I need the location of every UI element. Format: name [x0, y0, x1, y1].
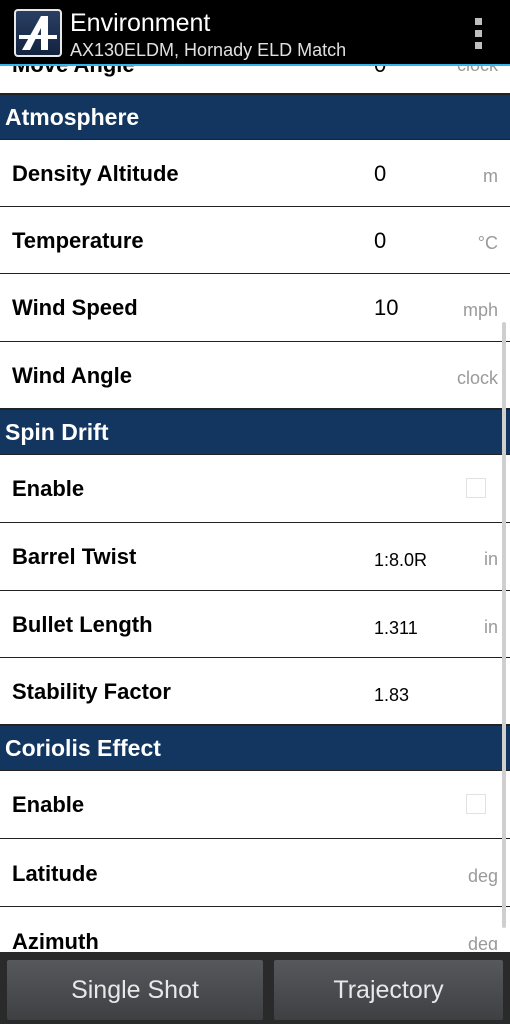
settings-list[interactable]: Move Angle 0 clock Atmosphere Density Al… — [0, 0, 510, 950]
list-row-bullet-length[interactable]: Bullet Length 1.311 in — [0, 591, 510, 658]
list-row-stability-factor[interactable]: Stability Factor 1.83 — [0, 658, 510, 725]
single-shot-button[interactable]: Single Shot — [7, 960, 263, 1020]
row-unit: mph — [462, 300, 498, 320]
section-title: Coriolis Effect — [5, 735, 161, 761]
row-label: Latitude — [12, 861, 98, 886]
row-unit: °C — [477, 233, 498, 253]
section-title: Atmosphere — [5, 104, 140, 130]
page-title: Environment — [70, 9, 211, 37]
action-bar: Environment AX130ELDM, Hornady ELD Match — [0, 0, 510, 66]
row-unit: m — [483, 166, 498, 186]
section-title: Spin Drift — [5, 419, 109, 445]
section-header-spin-drift: Spin Drift — [0, 409, 510, 455]
row-label: Density Altitude — [12, 161, 179, 186]
row-value: 0 — [374, 228, 387, 253]
list-row-wind-speed[interactable]: Wind Speed 10 mph — [0, 274, 510, 342]
row-value: 1:8.0R — [374, 550, 428, 570]
list-row-latitude[interactable]: Latitude deg — [0, 839, 510, 907]
row-unit: in — [483, 617, 498, 637]
row-label: Wind Speed — [12, 295, 138, 320]
a-logo-glyph — [19, 16, 57, 50]
bottom-button-bar: Single Shot Trajectory — [0, 952, 510, 1024]
row-unit: in — [483, 549, 498, 569]
environment-screen: Move Angle 0 clock Atmosphere Density Al… — [0, 0, 510, 1024]
row-label: Enable — [12, 476, 85, 501]
section-header-coriolis-effect: Coriolis Effect — [0, 725, 510, 771]
list-row-azimuth[interactable]: Azimuth deg — [0, 907, 510, 950]
row-label: Azimuth — [12, 929, 99, 950]
row-label: Stability Factor — [12, 679, 171, 704]
row-value: 1.83 — [374, 685, 410, 705]
spin-drift-enable-checkbox[interactable] — [466, 478, 486, 498]
page-subtitle: AX130ELDM, Hornady ELD Match — [70, 40, 347, 60]
row-value: 0 — [374, 161, 387, 186]
row-value: 1.311 — [374, 618, 418, 638]
overflow-menu-icon[interactable] — [474, 18, 484, 50]
list-row-wind-angle[interactable]: Wind Angle clock — [0, 342, 510, 409]
row-label: Bullet Length — [12, 612, 153, 637]
row-label: Temperature — [12, 228, 144, 253]
section-header-atmosphere: Atmosphere — [0, 94, 510, 140]
scrollbar[interactable] — [502, 322, 506, 928]
row-label: Enable — [12, 792, 85, 817]
row-label: Wind Angle — [12, 363, 132, 388]
row-value: 10 — [374, 295, 399, 320]
list-row-coriolis-enable[interactable]: Enable — [0, 771, 510, 839]
coriolis-enable-checkbox[interactable] — [466, 794, 486, 814]
list-row-spin-drift-enable[interactable]: Enable — [0, 455, 510, 523]
row-label: Barrel Twist — [12, 544, 137, 569]
a-logo-icon[interactable] — [14, 9, 62, 57]
row-unit: clock — [456, 368, 498, 388]
list-row-barrel-twist[interactable]: Barrel Twist 1:8.0R in — [0, 523, 510, 591]
trajectory-button[interactable]: Trajectory — [274, 960, 503, 1020]
row-unit: deg — [467, 866, 498, 886]
list-row-temperature[interactable]: Temperature 0 °C — [0, 207, 510, 274]
row-unit: deg — [467, 934, 498, 950]
list-row-density-altitude[interactable]: Density Altitude 0 m — [0, 140, 510, 207]
